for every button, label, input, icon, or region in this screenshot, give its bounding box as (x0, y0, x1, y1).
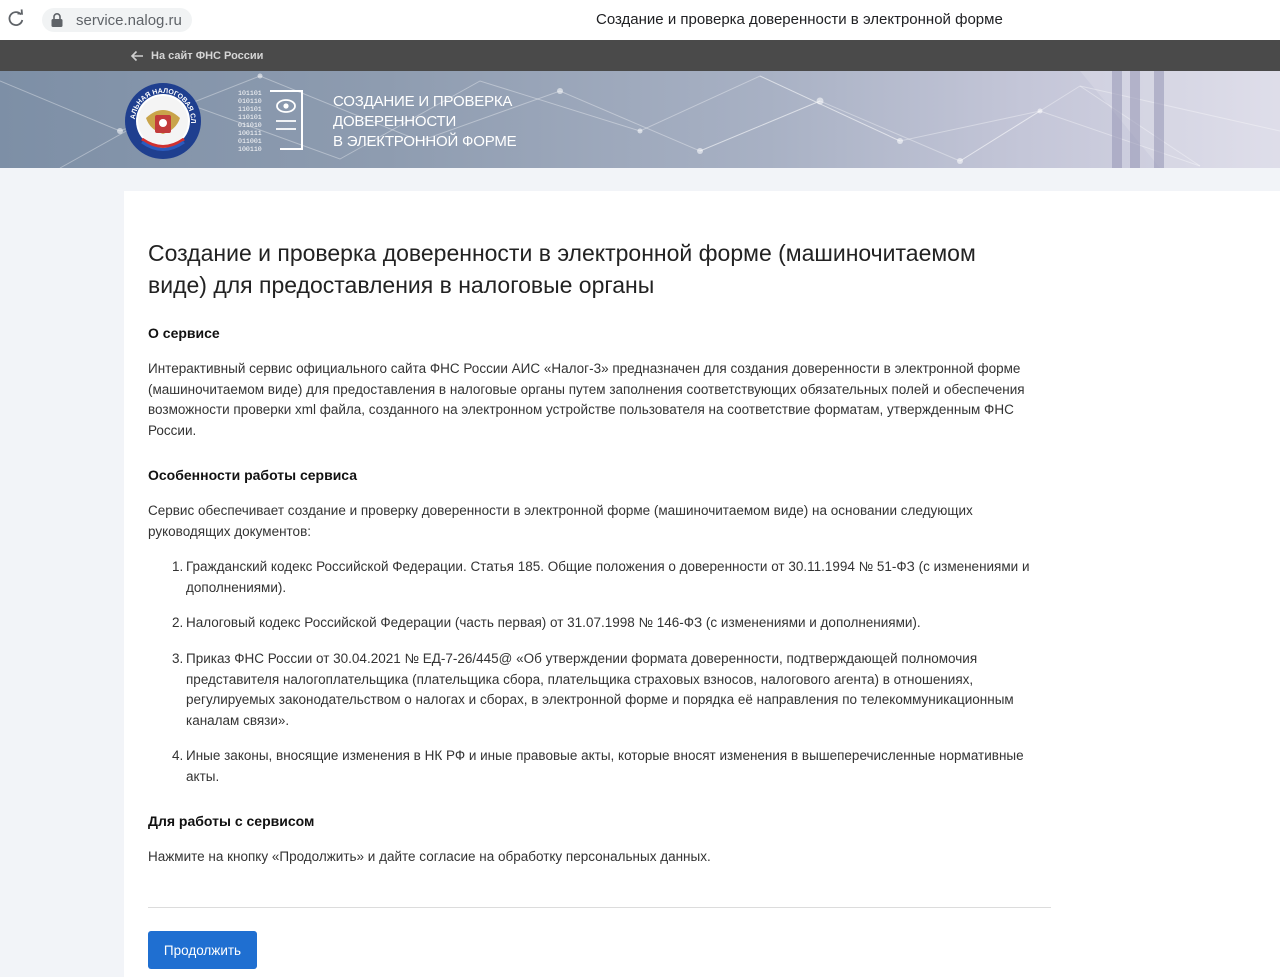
svg-text:010110: 010110 (238, 98, 262, 105)
tab-title: Создание и проверка доверенности в элект… (596, 11, 1003, 28)
document-number: 4. (172, 748, 184, 763)
document-number: 2. (172, 615, 184, 630)
svg-text:110101: 110101 (238, 114, 262, 121)
banner-title-line: В ЭЛЕКТРОННОЙ ФОРМЕ (333, 133, 517, 150)
banner-stripe (1112, 71, 1122, 168)
usage-heading: Для работы с сервисом (148, 813, 315, 829)
browser-toolbar: service.nalog.ru Создание и проверка дов… (0, 0, 1280, 40)
document-text: Налоговый кодекс Российской Федерации (ч… (186, 615, 921, 630)
document-text: Гражданский кодекс Российской Федерации.… (186, 559, 1030, 595)
svg-text:011001: 011001 (238, 138, 262, 145)
lock-icon (51, 13, 63, 27)
svg-text:101101: 101101 (238, 90, 262, 97)
content-card: Создание и проверка доверенности в элект… (124, 191, 1280, 977)
document-number: 1. (172, 559, 184, 574)
page-title: Создание и проверка доверенности в элект… (148, 240, 976, 298)
banner-stripe (1154, 71, 1164, 168)
features-text: Сервис обеспечивает создание и проверку … (148, 503, 973, 539)
reload-icon[interactable] (6, 9, 26, 29)
banner-title-line: ДОВЕРЕННОСТИ (333, 113, 457, 130)
svg-text:011010: 011010 (238, 122, 262, 129)
about-text: Интерактивный сервис официального сайта … (148, 361, 1025, 438)
header-banner: ФЕДЕРАЛЬНАЯ НАЛОГОВАЯ СЛУЖБА 101101 0101… (0, 71, 1280, 168)
back-link-label: На сайт ФНС России (151, 50, 264, 62)
banner-stripe (1130, 71, 1140, 168)
banner-title: СОЗДАНИЕ И ПРОВЕРКА ДОВЕРЕННОСТИ В ЭЛЕКТ… (333, 92, 553, 152)
fns-emblem-logo: ФЕДЕРАЛЬНАЯ НАЛОГОВАЯ СЛУЖБА (124, 82, 201, 159)
binary-document-icon: 101101 010110 110101 110101 011010 10011… (238, 90, 303, 153)
continue-button[interactable]: Продолжить (148, 931, 257, 969)
address-bar[interactable]: service.nalog.ru (42, 8, 192, 32)
back-to-fns-link[interactable]: На сайт ФНС России (130, 47, 263, 65)
svg-text:100111: 100111 (238, 130, 262, 137)
banner-title-line: СОЗДАНИЕ И ПРОВЕРКА (333, 93, 513, 110)
svg-text:110101: 110101 (238, 106, 262, 113)
document-text: Приказ ФНС России от 30.04.2021 № ЕД-7-2… (186, 651, 1014, 728)
svg-text:100110: 100110 (238, 146, 262, 153)
features-heading: Особенности работы сервиса (148, 467, 358, 483)
document-text: Иные законы, вносящие изменения в НК РФ … (186, 748, 1024, 784)
url-text: service.nalog.ru (76, 12, 182, 29)
about-heading: О сервисе (148, 325, 220, 341)
arrow-left-icon (130, 50, 143, 62)
divider (148, 907, 1051, 908)
top-nav-strip: На сайт ФНС России (0, 40, 1280, 71)
document-number: 3. (172, 651, 184, 666)
usage-text: Нажмите на кнопку «Продолжить» и дайте с… (148, 849, 711, 864)
